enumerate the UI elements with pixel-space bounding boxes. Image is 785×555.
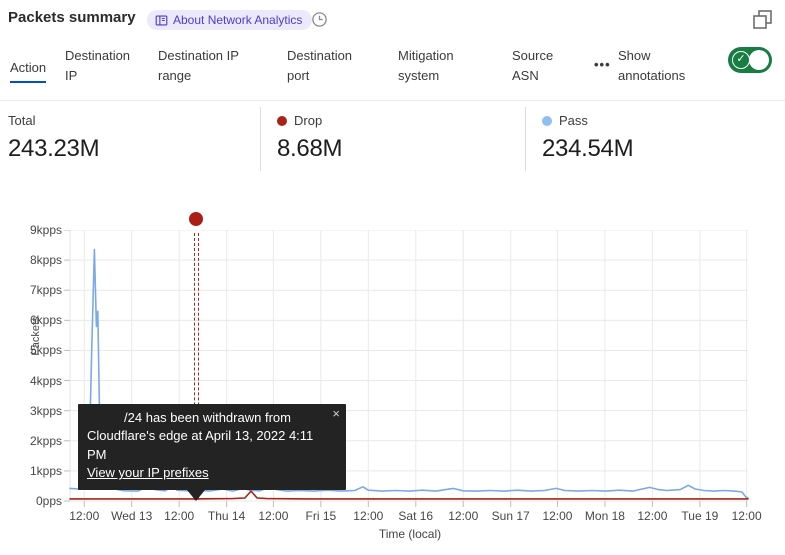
drop-legend-dot xyxy=(277,116,287,126)
tooltip-tail xyxy=(187,490,205,501)
about-network-analytics-badge[interactable]: About Network Analytics xyxy=(147,10,312,30)
stat-divider xyxy=(260,107,261,171)
x-tick-label: Wed 13 xyxy=(105,509,159,523)
expand-panel-icon[interactable] xyxy=(751,8,775,32)
y-tick-label: 1kpps xyxy=(16,464,62,478)
y-tick-label: 2kpps xyxy=(16,434,62,448)
tooltip-text-line1: /24 has been withdrawn from xyxy=(87,409,336,427)
stats-row: Total 243.23M Drop 8.68M Pass 234.54M xyxy=(0,100,785,178)
stat-total-value: 243.23M xyxy=(8,135,99,163)
annotation-marker-dot[interactable] xyxy=(189,212,203,226)
x-tick-label: Mon 18 xyxy=(578,509,632,523)
tab-source-asn[interactable]: Source ASN xyxy=(512,46,568,86)
show-annotations-label: Show annotations xyxy=(618,46,706,86)
badge-label: About Network Analytics xyxy=(173,13,302,27)
x-axis-title: Time (local) xyxy=(340,527,480,541)
y-tick-label: 7kpps xyxy=(16,283,62,297)
x-tick-label: 12:00 xyxy=(57,509,111,523)
view-ip-prefixes-link[interactable]: View your IP prefixes xyxy=(87,465,209,480)
x-tick-label: 12:00 xyxy=(341,509,395,523)
stat-divider xyxy=(525,107,526,171)
book-icon xyxy=(155,14,168,27)
stat-total: Total 243.23M xyxy=(8,113,99,163)
show-annotations-toggle[interactable]: ✓ xyxy=(728,47,772,73)
stat-drop: Drop 8.68M xyxy=(277,113,342,163)
more-tabs-icon[interactable]: ••• xyxy=(594,57,611,72)
tab-destination-port[interactable]: Destination port xyxy=(287,46,369,86)
toggle-knob xyxy=(749,50,769,70)
tab-destination-ip[interactable]: Destination IP xyxy=(65,46,141,86)
packets-summary-panel: Packets summary About Network Analytics … xyxy=(0,0,785,555)
tab-destination-ip-range[interactable]: Destination IP range xyxy=(158,46,250,86)
y-tick-label: 0pps xyxy=(16,494,62,508)
stat-drop-label: Drop xyxy=(294,113,322,128)
y-tick-label: 9kpps xyxy=(16,223,62,237)
y-tick-label: 3kpps xyxy=(16,404,62,418)
x-tick-label: 12:00 xyxy=(246,509,300,523)
stat-pass-value: 234.54M xyxy=(542,135,633,163)
pass-legend-dot xyxy=(542,116,552,126)
y-tick-label: 6kpps xyxy=(16,313,62,327)
x-tick-label: Sat 16 xyxy=(389,509,443,523)
close-icon[interactable]: × xyxy=(332,405,340,423)
y-tick-label: 5kpps xyxy=(16,343,62,357)
tooltip-text-line2: Cloudflare's edge at April 13, 2022 4:11… xyxy=(87,427,336,464)
stat-drop-value: 8.68M xyxy=(277,135,342,163)
y-tick-label: 4kpps xyxy=(16,374,62,388)
tab-mitigation-system[interactable]: Mitigation system xyxy=(398,46,480,86)
annotation-tooltip: × /24 has been withdrawn from Cloudflare… xyxy=(78,404,346,490)
x-tick-label: 12:00 xyxy=(625,509,679,523)
y-tick-label: 8kpps xyxy=(16,253,62,267)
series-line-drop xyxy=(70,491,748,499)
stat-total-label: Total xyxy=(8,113,35,128)
page-title: Packets summary xyxy=(8,9,136,26)
x-tick-label: 12:00 xyxy=(530,509,584,523)
x-tick-label: 12:00 xyxy=(720,509,774,523)
stat-pass-label: Pass xyxy=(559,113,588,128)
x-tick-label: 12:00 xyxy=(152,509,206,523)
x-tick-label: 12:00 xyxy=(436,509,490,523)
check-icon: ✓ xyxy=(732,51,750,69)
x-tick-label: Fri 15 xyxy=(294,509,348,523)
clock-icon[interactable] xyxy=(311,11,328,28)
tab-action[interactable]: Action xyxy=(10,58,46,83)
stat-pass: Pass 234.54M xyxy=(542,113,633,163)
